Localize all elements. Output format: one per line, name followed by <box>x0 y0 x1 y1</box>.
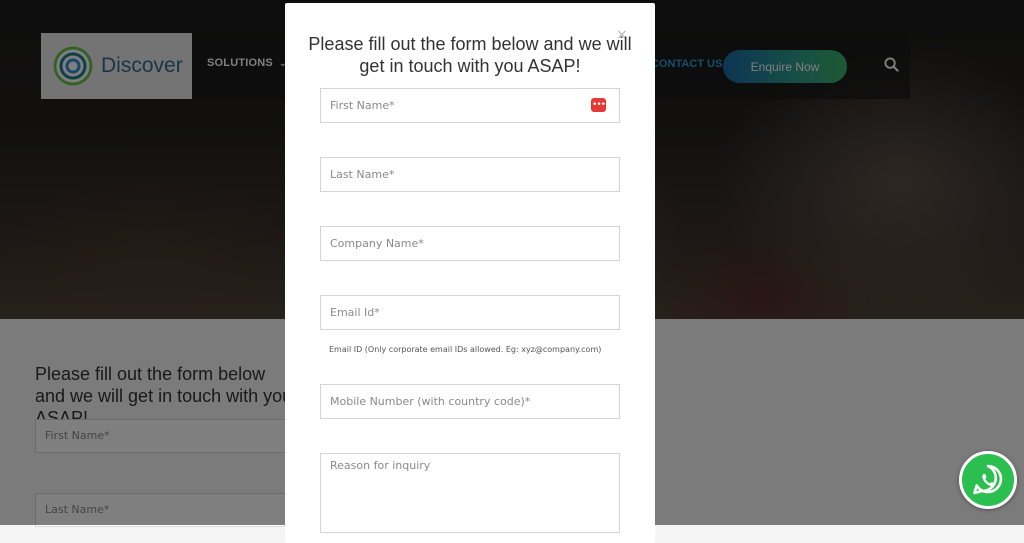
password-manager-icon[interactable]: ••• <box>591 98 606 112</box>
modal-title: Please fill out the form below and we wi… <box>308 34 632 76</box>
mobile-number-input[interactable] <box>320 384 620 419</box>
whatsapp-icon <box>973 464 1003 495</box>
whatsapp-button[interactable] <box>959 451 1017 509</box>
reason-for-inquiry-textarea[interactable] <box>320 453 620 533</box>
company-name-input[interactable] <box>320 226 620 261</box>
first-name-input[interactable] <box>320 88 620 123</box>
email-help-text: Email ID (Only corporate email IDs allow… <box>329 345 602 354</box>
email-input[interactable] <box>320 295 620 330</box>
last-name-input[interactable] <box>320 157 620 192</box>
